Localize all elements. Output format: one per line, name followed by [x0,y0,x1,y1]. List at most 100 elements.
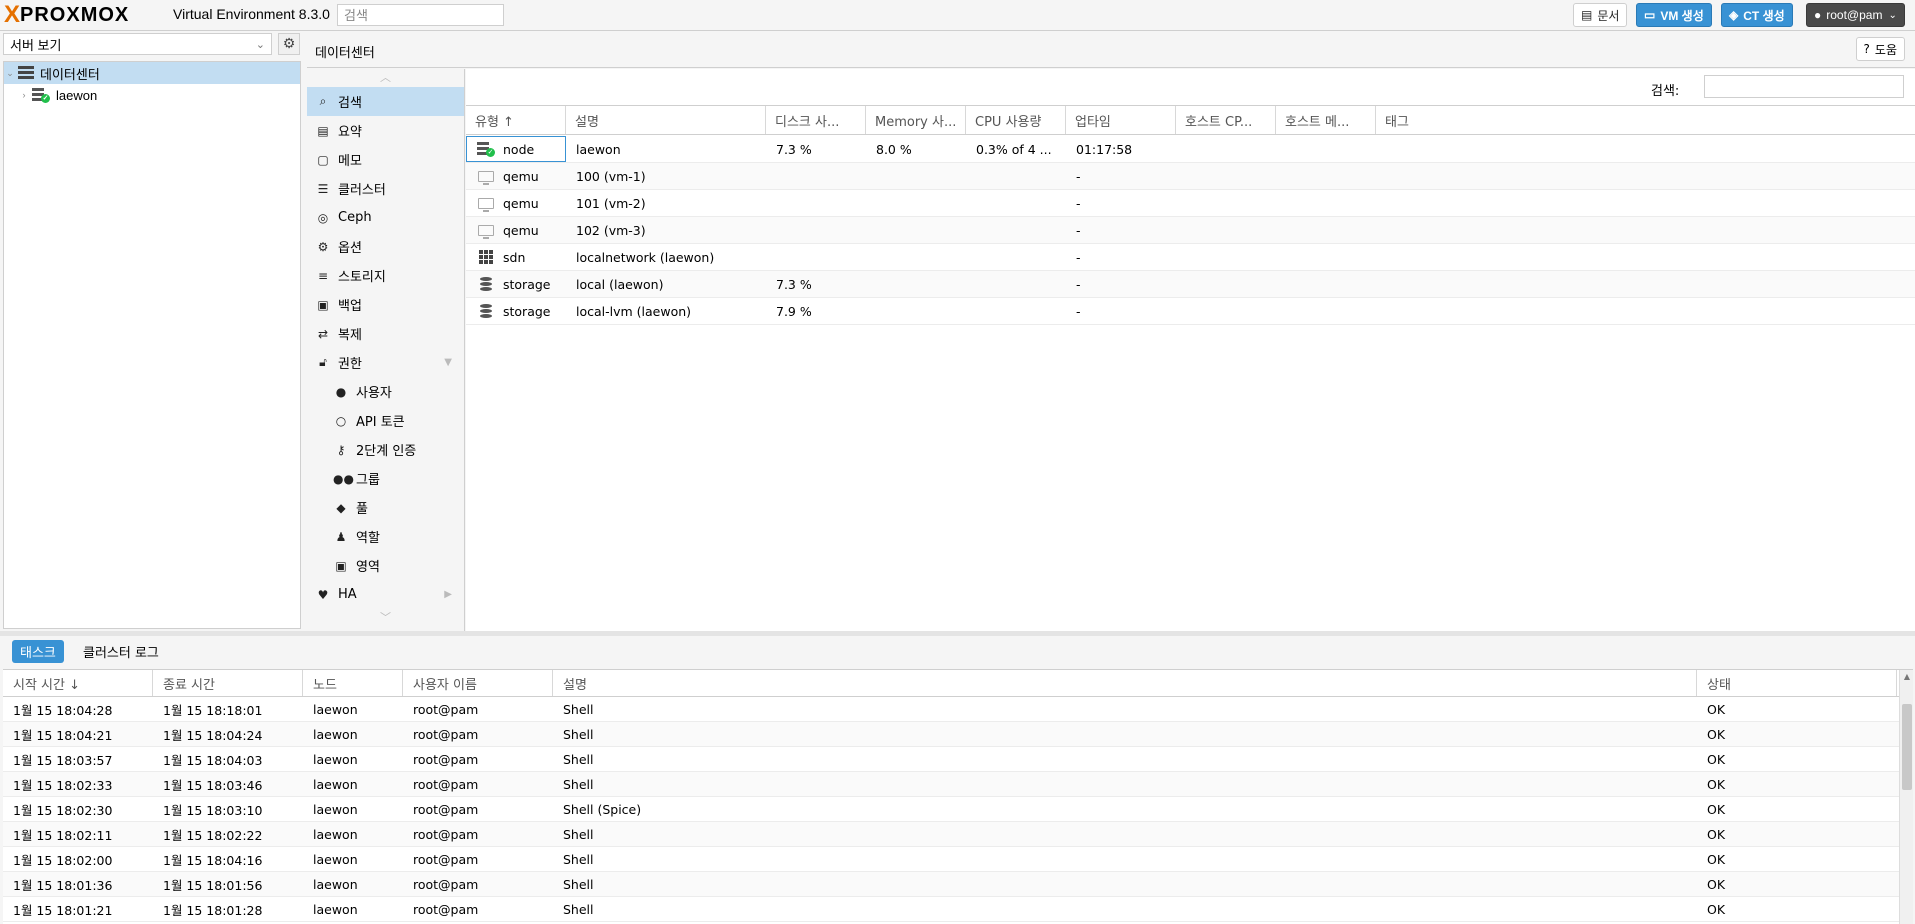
row-uptime: - [1076,195,1081,211]
column-header-start-time[interactable]: 시작 시간 ↓ [3,670,153,696]
create-vm-button[interactable]: ▭ VM 생성 [1636,3,1712,27]
task-end: 1월 15 18:01:28 [163,902,263,918]
tree-item-datacenter[interactable]: ⌄ 데이터센터 [4,62,300,84]
user-menu-button[interactable]: ● root@pam ⌄ [1806,3,1905,27]
menu-item-options[interactable]: ⚙ 옵션 [307,232,464,261]
row-cpu [966,163,1066,189]
row-cpu [966,190,1066,216]
chevron-down-icon: ⌄ [1888,9,1897,21]
table-row[interactable]: 1월 15 18:01:21 1월 15 18:01:28 laewon root@p… [3,897,1913,922]
heartbeat-icon: ♥ [317,587,329,602]
column-header-status[interactable]: 상태 [1697,670,1897,696]
column-header-host-cpu[interactable]: 호스트 CP... [1176,106,1276,134]
resource-search-input[interactable] [1704,75,1904,98]
node-online-icon: ✓ [32,87,50,103]
help-button[interactable]: ? 도움 [1855,37,1905,61]
page-title: 데이터센터 [315,46,375,61]
resource-tree-panel: 서버 보기 ⌄ ⚙ ⌄ 데이터센터 › ✓ laewon [0,31,303,631]
column-header-node[interactable]: 노드 [303,670,403,696]
column-header-host-memory[interactable]: 호스트 메... [1276,106,1376,134]
row-disk [766,190,866,216]
column-header-uptime[interactable]: 업타임 [1066,106,1176,134]
task-start: 1월 15 18:02:33 [13,777,113,793]
book-icon: ▤ [1581,8,1593,22]
scroll-up-icon[interactable]: ▲ [1900,672,1914,681]
menu-item-ceph[interactable]: ◎ Ceph [307,203,464,232]
menu-item-summary[interactable]: ▤ 요약 [307,116,464,145]
menu-item-pools[interactable]: ◆ 풀 [307,493,464,522]
column-header-tags[interactable]: 태그 [1376,106,1915,134]
tab-tasks[interactable]: 태스크 [12,640,64,663]
collapse-arrow-icon[interactable]: ▼ [444,357,452,368]
table-row[interactable]: 1월 15 18:03:57 1월 15 18:04:03 laewon root@p… [3,747,1913,772]
menu-item-api-tokens[interactable]: ○ API 토큰 [307,406,464,435]
menu-item-two-factor[interactable]: ⚷ 2단계 인증 [307,435,464,464]
column-header-description[interactable]: 설명 [553,670,1697,696]
column-header-description[interactable]: 설명 [566,106,766,134]
tree-settings-button[interactable]: ⚙ [278,33,300,55]
menu-item-storage[interactable]: ≡ 스토리지 [307,261,464,290]
menu-item-groups[interactable]: ●● 그룹 [307,464,464,493]
row-uptime: - [1076,276,1081,292]
task-grid-scrollbar[interactable]: ▲ [1899,670,1913,924]
table-row[interactable]: 1월 15 18:04:21 1월 15 18:04:24 laewon root@p… [3,722,1913,747]
task-node: laewon [313,876,358,892]
table-row[interactable]: ✓ node laewon 7.3 % 8.0 % 0.3% of 4 ... 0… [466,136,1915,163]
column-header-end-time[interactable]: 종료 시간 [153,670,303,696]
task-user: root@pam [413,851,479,867]
view-selector-value: 서버 보기 [10,37,62,53]
menu-item-backup[interactable]: ▣ 백업 [307,290,464,319]
table-row[interactable]: 1월 15 18:02:33 1월 15 18:03:46 laewon root@p… [3,772,1913,797]
tab-cluster-log[interactable]: 클러스터 로그 [75,640,167,663]
gear-icon: ⚙ [282,36,296,52]
tree-item-node[interactable]: › ✓ laewon [4,84,300,106]
menu-item-label: 백업 [338,299,362,314]
table-row[interactable]: storage local-lvm (laewon) 7.9 % - [466,298,1915,325]
global-search-input[interactable] [337,4,504,26]
menu-item-realms[interactable]: ▣ 영역 [307,551,464,580]
table-row[interactable]: qemu 102 (vm-3) - [466,217,1915,244]
menu-item-roles[interactable]: ♟ 역할 [307,522,464,551]
create-ct-button[interactable]: ◈ CT 생성 [1721,3,1793,27]
column-header-cpu[interactable]: CPU 사용량 [966,106,1066,134]
scrollbar-thumb[interactable] [1902,704,1912,790]
proxmox-logo[interactable]: X PROXMOX [4,3,129,27]
storage-database-icon [480,277,492,291]
menu-item-notes[interactable]: ▢ 메모 [307,145,464,174]
top-header: X PROXMOX Virtual Environment 8.3.0 ▤ 문서… [0,0,1915,31]
table-row[interactable]: 1월 15 18:02:00 1월 15 18:04:16 laewon root@p… [3,847,1913,872]
menu-item-label: HA [338,587,357,602]
menu-item-search[interactable]: ⌕ 검색 [307,87,464,116]
table-row[interactable]: sdn localnetwork (laewon) - [466,244,1915,271]
table-row[interactable]: 1월 15 18:01:36 1월 15 18:01:56 laewon root@p… [3,872,1913,897]
menu-scroll-down-icon[interactable]: ﹀ [307,609,464,627]
column-header-memory[interactable]: Memory 사... [866,106,966,134]
table-row[interactable]: 1월 15 18:02:30 1월 15 18:03:10 laewon root@p… [3,797,1913,822]
table-row[interactable]: 1월 15 18:04:28 1월 15 18:18:01 laewon root@p… [3,697,1913,722]
menu-item-cluster[interactable]: ☰ 클러스터 [307,174,464,203]
row-uptime: - [1076,303,1081,319]
row-memory [866,271,966,297]
column-header-user[interactable]: 사용자 이름 [403,670,553,696]
table-row[interactable]: 1월 15 18:02:11 1월 15 18:02:22 laewon root@p… [3,822,1913,847]
column-header-type[interactable]: 유형 ↑ [466,106,566,134]
column-header-disk[interactable]: 디스크 사... [766,106,866,134]
menu-item-permissions[interactable]: 🔓︎ 권한 ▼ [307,348,464,377]
book-icon: ▤ [317,123,329,138]
menu-scroll-up-icon[interactable]: ︿ [307,69,464,87]
table-row[interactable]: qemu 100 (vm-1) - [466,163,1915,190]
gear-icon: ⚙ [317,239,329,254]
vm-desktop-icon [478,224,494,239]
docs-button[interactable]: ▤ 문서 [1573,3,1628,27]
menu-item-replication[interactable]: ⇄ 복제 [307,319,464,348]
table-row[interactable]: storage local (laewon) 7.3 % - [466,271,1915,298]
view-selector[interactable]: 서버 보기 ⌄ [3,33,272,55]
collapse-icon[interactable]: ⌄ [4,68,16,79]
menu-item-ha[interactable]: ♥ HA ▶ [307,580,464,609]
expand-arrow-icon[interactable]: ▶ [444,589,452,600]
table-row[interactable]: qemu 101 (vm-2) - [466,190,1915,217]
expand-icon[interactable]: › [18,90,30,100]
database-icon: ≡ [317,268,329,283]
task-description: Shell [563,776,594,792]
menu-item-users[interactable]: ● 사용자 [307,377,464,406]
